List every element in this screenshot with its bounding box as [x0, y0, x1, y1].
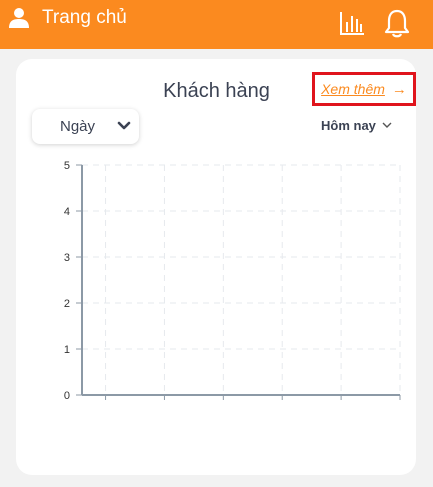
- y-tick-label: 0: [64, 390, 70, 402]
- chevron-down-icon: [382, 122, 392, 128]
- page-title: Trang chủ: [42, 7, 127, 28]
- date-range-select[interactable]: Hôm nay: [321, 118, 392, 133]
- arrow-right-icon: →: [391, 80, 407, 98]
- y-tick-label: 4: [64, 206, 70, 218]
- y-tick-label: 5: [64, 160, 70, 172]
- see-more-label: Xem thêm: [321, 81, 385, 97]
- user-icon[interactable]: [8, 7, 30, 29]
- top-bar: Trang chủ: [0, 0, 433, 49]
- see-more-link[interactable]: Xem thêm →: [312, 72, 416, 106]
- chevron-down-icon: [117, 121, 131, 130]
- y-tick-label: 3: [64, 252, 70, 264]
- bell-icon[interactable]: [383, 8, 411, 38]
- customer-chart: 0 1 2 3 4 5: [64, 160, 401, 402]
- y-tick-label: 2: [64, 298, 70, 310]
- date-range-value: Hôm nay: [321, 118, 376, 133]
- y-tick-label: 1: [64, 344, 70, 356]
- bar-chart-icon[interactable]: [339, 10, 365, 36]
- period-select-value: Ngày: [60, 118, 96, 135]
- period-select[interactable]: Ngày: [32, 109, 139, 144]
